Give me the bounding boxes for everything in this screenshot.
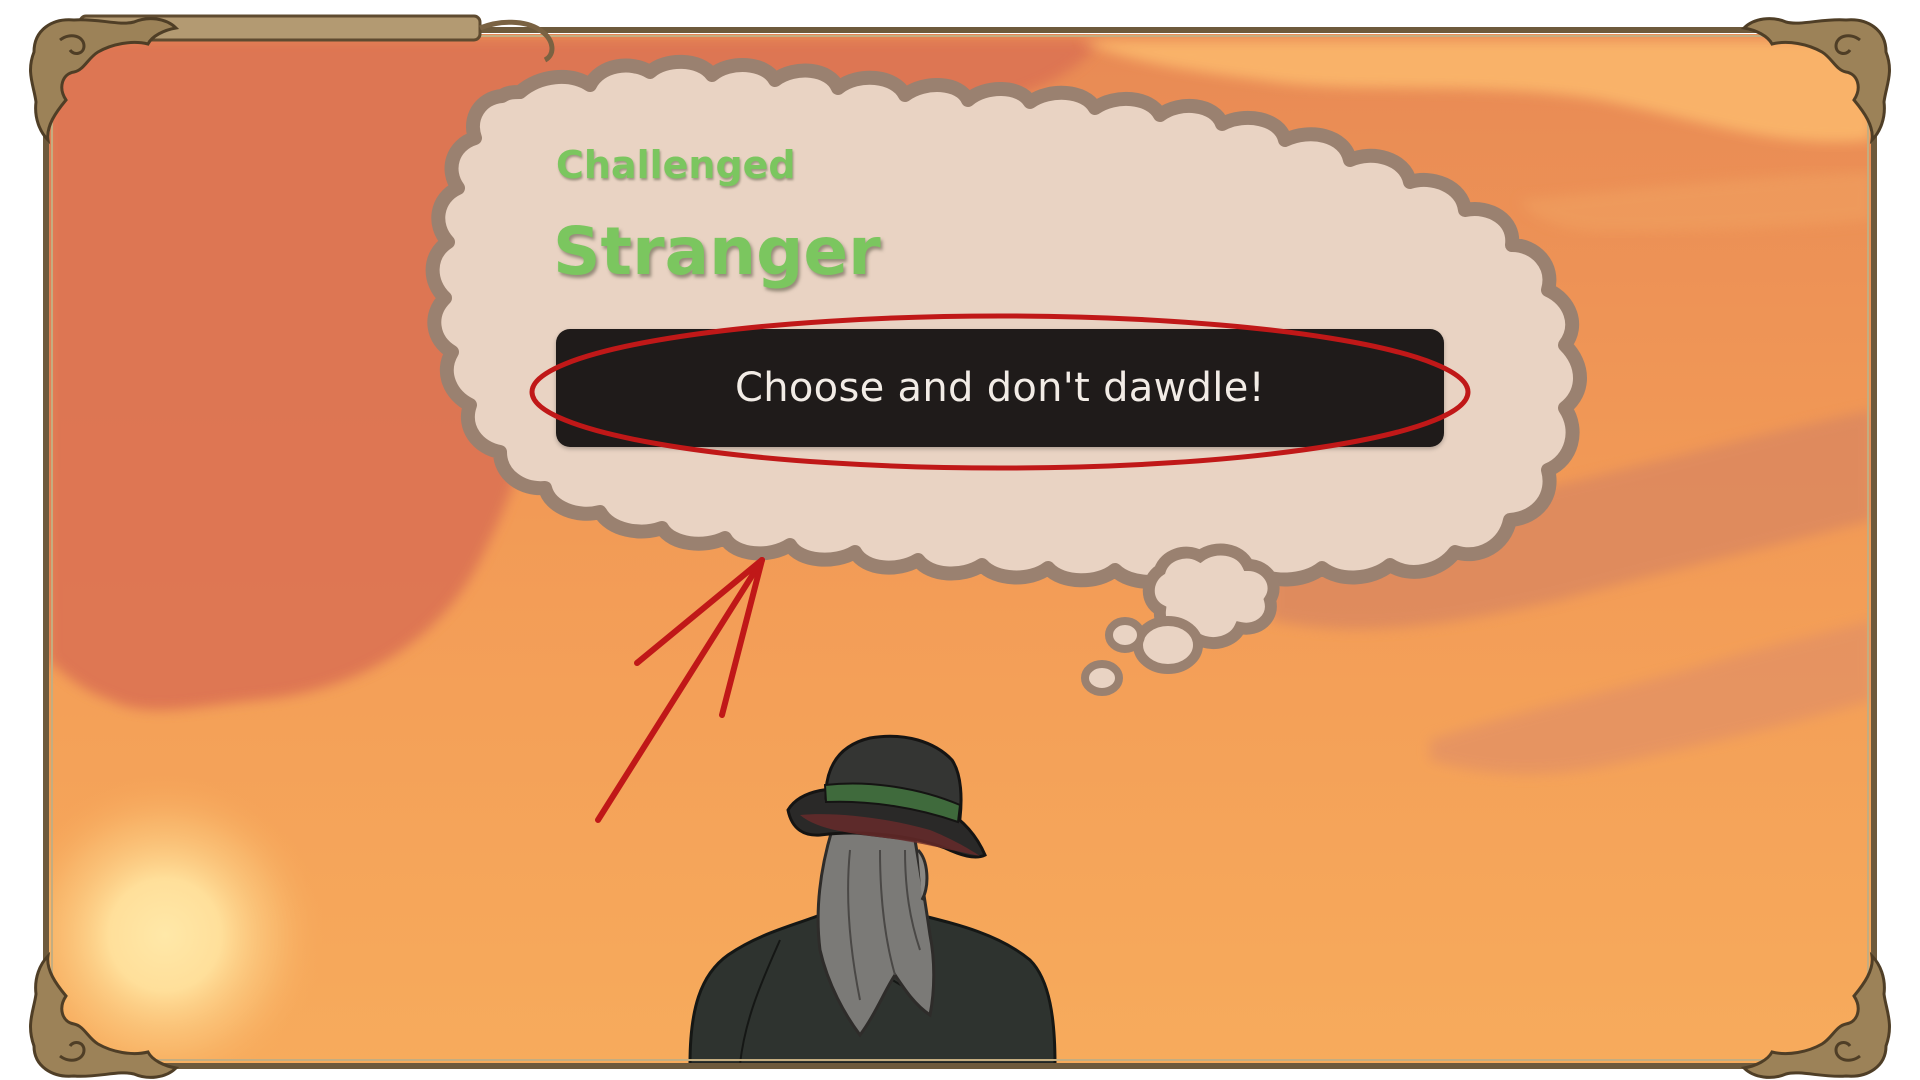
speaker-name: Stranger (553, 213, 881, 290)
sunset-scene (5, 34, 1872, 1080)
status-label: Challenged (556, 143, 796, 187)
game-screen: Challenged Stranger Choose and don't daw… (0, 0, 1920, 1080)
sun (5, 775, 325, 1080)
choice-label: Choose and don't dawdle! (735, 365, 1265, 411)
choice-button[interactable]: Choose and don't dawdle! (556, 329, 1444, 447)
